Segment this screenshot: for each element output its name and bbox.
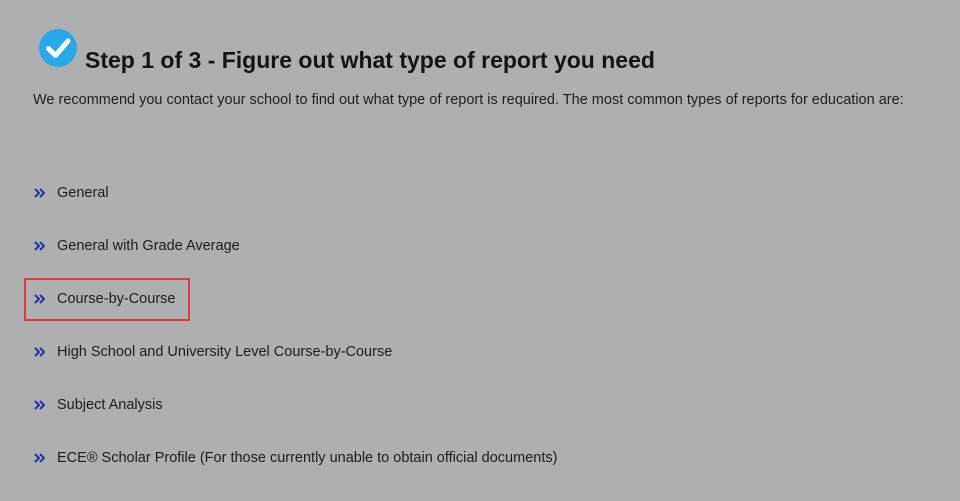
step-header: Step 1 of 3 - Figure out what type of re…	[38, 28, 655, 72]
step-title: Step 1 of 3 - Figure out what type of re…	[85, 47, 655, 73]
double-chevron-right-icon	[34, 236, 45, 256]
report-type-item: High School and University Level Course-…	[34, 342, 557, 395]
double-chevron-right-icon	[34, 183, 45, 203]
report-type-label: General	[57, 185, 109, 201]
report-type-item: General	[34, 183, 557, 236]
report-type-label: General with Grade Average	[57, 238, 240, 254]
report-type-item: Subject Analysis	[34, 395, 557, 448]
intro-text: We recommend you contact your school to …	[33, 92, 904, 108]
double-chevron-right-icon	[34, 289, 45, 309]
double-chevron-right-icon	[34, 448, 45, 468]
report-type-list: General General with Grade Average Cours…	[34, 183, 557, 501]
checkmark-circle-icon	[39, 29, 77, 67]
report-type-item: ECE® Scholar Profile (For those currentl…	[34, 448, 557, 501]
report-type-label: Subject Analysis	[57, 397, 163, 413]
report-type-label: High School and University Level Course-…	[57, 344, 393, 360]
report-type-item-highlighted: Course-by-Course	[34, 289, 557, 342]
report-type-label: ECE® Scholar Profile (For those currentl…	[57, 450, 558, 466]
double-chevron-right-icon	[34, 342, 45, 362]
report-type-label: Course-by-Course	[57, 291, 176, 307]
report-type-item: General with Grade Average	[34, 236, 557, 289]
double-chevron-right-icon	[34, 395, 45, 415]
